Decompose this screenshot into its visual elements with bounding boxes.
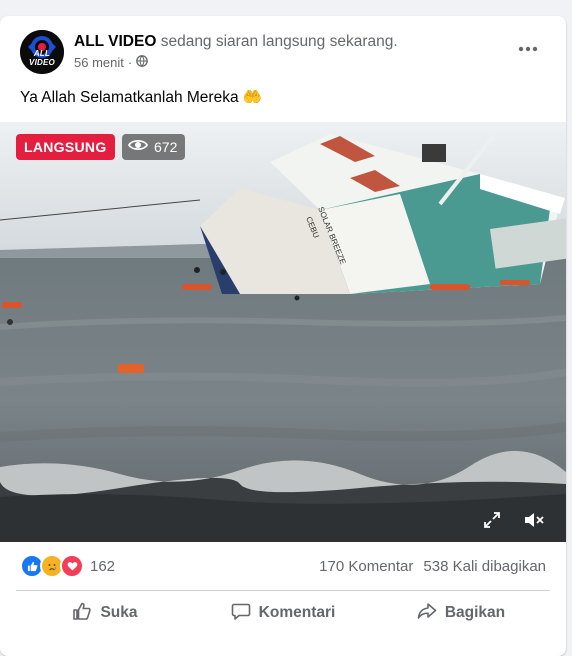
share-label: Bagikan [444, 604, 506, 621]
thumbs-up-icon [72, 601, 92, 626]
avatar-logo-text: ALL VIDEO [29, 49, 55, 67]
fullscreen-icon [483, 511, 501, 534]
live-video-player[interactable]: SOLAR BREEZE CEBU LANGSUNG 672 [0, 122, 566, 542]
fullscreen-button[interactable] [480, 510, 504, 534]
comments-count-link[interactable]: 170 Komentar [319, 558, 413, 575]
speaker-muted-icon [523, 511, 545, 534]
post-meta: 56 menit · [74, 54, 494, 72]
actions-divider [16, 590, 550, 591]
video-frame-image: SOLAR BREEZE CEBU [0, 122, 566, 542]
public-globe-icon [136, 54, 149, 72]
more-options-button[interactable] [510, 30, 546, 66]
share-arrow-icon [417, 601, 437, 626]
post-card: ALL VIDEO ALL VIDEO sedang siaran langsu… [0, 16, 566, 656]
reaction-summary[interactable]: 162 [20, 554, 115, 578]
eye-icon [127, 134, 149, 160]
comment-bubble-icon [231, 601, 251, 626]
post-stats: 162 170 Komentar 538 Kali dibagikan [20, 554, 546, 578]
comment-label: Komentari [258, 604, 336, 621]
reaction-count: 162 [90, 557, 116, 575]
shares-count-link[interactable]: 538 Kali dibagikan [423, 558, 546, 575]
love-reaction-icon [60, 554, 84, 578]
more-dots-icon [518, 39, 538, 57]
page-name-link[interactable]: ALL VIDEO [74, 33, 156, 50]
post-actions: Suka Komentari Bagikan [16, 596, 550, 630]
post-header-text: ALL VIDEO sedang siaran langsung sekaran… [74, 32, 494, 72]
engagement-counts: 170 Komentar 538 Kali dibagikan [319, 558, 546, 575]
live-status-text: sedang siaran langsung sekarang. [160, 33, 398, 50]
post-time[interactable]: 56 menit [74, 54, 124, 72]
live-badge: LANGSUNG [16, 134, 115, 160]
like-label: Suka [100, 604, 138, 621]
like-button[interactable]: Suka [16, 596, 194, 630]
viewer-count: 672 [154, 139, 178, 155]
viewer-count-badge: 672 [122, 134, 186, 160]
post-title-line: ALL VIDEO sedang siaran langsung sekaran… [74, 32, 494, 52]
post-header: ALL VIDEO ALL VIDEO sedang siaran langsu… [20, 30, 546, 74]
share-button[interactable]: Bagikan [372, 596, 550, 630]
page-avatar[interactable]: ALL VIDEO [20, 30, 64, 74]
meta-separator: · [127, 55, 133, 70]
post-caption: Ya Allah Selamatkanlah Mereka 🤲 [20, 89, 263, 106]
comment-button[interactable]: Komentari [194, 596, 372, 630]
mute-button[interactable] [522, 510, 546, 534]
